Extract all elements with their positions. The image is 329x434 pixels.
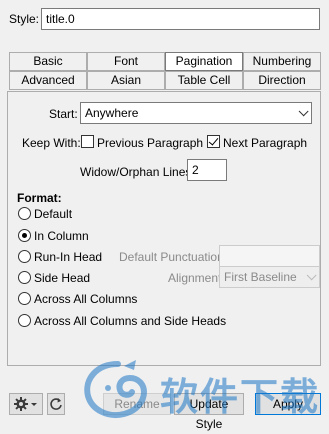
format-default-label: Default	[34, 207, 73, 221]
alignment-select-value: First Baseline	[224, 270, 297, 284]
style-label: Style:	[9, 12, 40, 26]
start-select[interactable]: Anywhere	[80, 102, 312, 124]
start-select-value: Anywhere	[85, 106, 139, 120]
tab-numbering[interactable]: Numbering	[243, 52, 321, 71]
default-punctuation-input[interactable]	[219, 245, 320, 267]
tab-font[interactable]: Font	[87, 52, 165, 71]
previous-paragraph-checkbox[interactable]	[81, 135, 94, 148]
format-run-in-head-label: Run-In Head	[34, 250, 103, 264]
apply-button[interactable]: Apply	[255, 393, 321, 415]
refresh-icon	[50, 398, 62, 410]
alignment-label: Alignment:	[168, 271, 225, 285]
format-default-radio[interactable]	[18, 207, 31, 220]
next-paragraph-label: Next Paragraph	[223, 136, 308, 150]
tab-asian[interactable]: Asian	[87, 71, 165, 90]
checkmark-icon	[208, 135, 219, 146]
format-across-all-columns-radio[interactable]	[18, 292, 31, 305]
tab-direction[interactable]: Direction	[243, 71, 321, 90]
next-paragraph-checkbox[interactable]	[207, 135, 220, 148]
widow-orphan-label: Widow/Orphan Lines:	[80, 165, 195, 179]
update-style-button[interactable]: Update Style	[174, 393, 244, 431]
tab-pagination[interactable]: Pagination	[165, 52, 243, 71]
format-run-in-head-radio[interactable]	[18, 250, 31, 263]
tab-table-cell[interactable]: Table Cell	[165, 71, 243, 90]
chevron-down-icon	[298, 106, 309, 117]
format-side-head-label: Side Head	[34, 271, 91, 285]
previous-paragraph-label: Previous Paragraph	[97, 136, 204, 150]
widow-orphan-input[interactable]: 2	[187, 159, 227, 181]
format-across-all-columns-side-heads-radio[interactable]	[18, 314, 31, 327]
gear-icon	[14, 397, 37, 411]
format-label: Format:	[17, 191, 62, 205]
radio-selected-dot	[22, 233, 27, 238]
format-in-column-label: In Column	[34, 229, 89, 243]
settings-menu-button[interactable]	[9, 393, 43, 415]
format-across-all-columns-label: Across All Columns	[34, 292, 138, 306]
format-side-head-radio[interactable]	[18, 271, 31, 284]
format-in-column-radio[interactable]	[18, 229, 31, 242]
refresh-button[interactable]	[47, 393, 65, 415]
tab-basic[interactable]: Basic	[9, 52, 87, 71]
format-across-all-columns-side-heads-label: Across All Columns and Side Heads	[34, 314, 227, 328]
default-punctuation-label: Default Punctuation:	[119, 250, 228, 264]
rename-button[interactable]: Rename	[103, 393, 171, 415]
style-field[interactable]: title.0	[41, 8, 320, 30]
alignment-select[interactable]: First Baseline	[219, 266, 320, 288]
keep-with-label: Keep With:	[22, 136, 81, 150]
tab-advanced[interactable]: Advanced	[9, 71, 87, 90]
chevron-down-icon	[306, 270, 317, 281]
start-label: Start:	[49, 107, 78, 121]
